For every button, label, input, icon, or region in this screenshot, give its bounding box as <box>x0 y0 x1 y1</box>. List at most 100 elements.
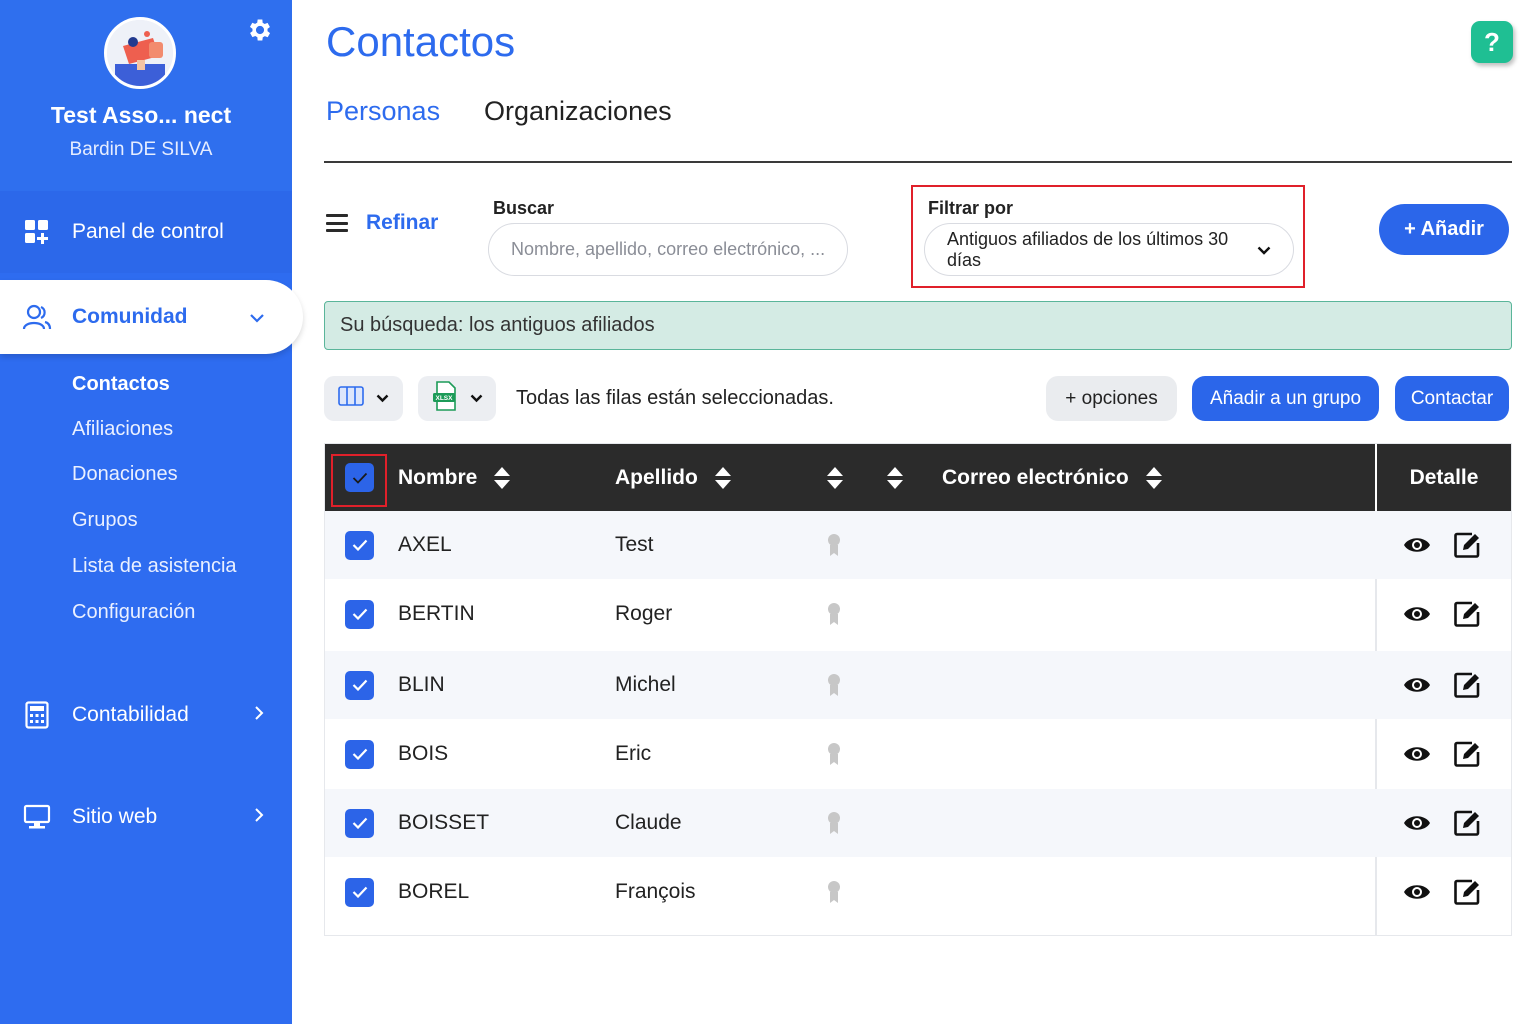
ribbon-badge-icon <box>827 511 841 579</box>
tab-organizations[interactable]: Organizaciones <box>484 96 672 127</box>
column-header-nombre-label: Nombre <box>398 465 478 489</box>
row-checkbox[interactable] <box>345 808 374 838</box>
row-checkbox[interactable] <box>345 530 374 560</box>
nav-accounting-label: Contabilidad <box>72 703 189 726</box>
cell-nombre: BERTIN <box>398 602 475 625</box>
sidebar-profile: Test Asso... nect Bardin DE SILVA <box>0 0 292 191</box>
refine-button[interactable]: Refinar <box>326 211 438 235</box>
sort-icon[interactable] <box>826 465 844 491</box>
table-row[interactable]: AXEL Test <box>325 511 1511 579</box>
column-header-detalle-label: Detalle <box>1409 465 1479 489</box>
view-eye-icon[interactable] <box>1403 511 1431 579</box>
subnav-memberships[interactable]: Afiliaciones <box>72 418 173 441</box>
view-eye-icon[interactable] <box>1403 580 1431 648</box>
ribbon-badge-icon <box>827 580 841 648</box>
add-to-group-button[interactable]: Añadir a un grupo <box>1192 376 1379 421</box>
cell-nombre: AXEL <box>398 533 452 556</box>
edit-icon[interactable] <box>1453 858 1481 926</box>
columns-button[interactable] <box>324 376 403 421</box>
cell-nombre: BOIS <box>398 742 449 765</box>
avatar[interactable] <box>104 17 176 89</box>
calculator-icon <box>22 700 52 730</box>
column-header-detalle: Detalle <box>1377 444 1511 511</box>
nav-community-label: Comunidad <box>72 305 188 328</box>
row-checkbox[interactable] <box>345 599 374 629</box>
nav-website-label: Sitio web <box>72 805 158 828</box>
menu-icon <box>326 214 348 232</box>
column-header-nombre[interactable]: Nombre <box>398 444 511 511</box>
refine-label: Refinar <box>366 211 439 234</box>
export-format-label: XLSX <box>435 395 453 402</box>
sort-icon[interactable] <box>493 465 511 491</box>
cell-apellido: Roger <box>615 602 673 625</box>
ribbon-badge-icon <box>827 651 841 719</box>
tab-personas[interactable]: Personas <box>326 96 440 127</box>
help-button[interactable]: ? <box>1471 21 1513 63</box>
sort-icon[interactable] <box>714 465 732 491</box>
view-eye-icon[interactable] <box>1403 858 1431 926</box>
filter-select-value: Antiguos afiliados de los últimos 30 día… <box>947 228 1229 270</box>
nav-website[interactable]: Sitio web <box>0 786 292 848</box>
contact-button[interactable]: Contactar <box>1395 376 1509 421</box>
row-checkbox[interactable] <box>345 877 374 907</box>
sort-icon[interactable] <box>1145 465 1163 491</box>
table-row[interactable]: BOIS Eric <box>325 720 1511 788</box>
more-options-button[interactable]: + opciones <box>1046 376 1177 421</box>
table-row[interactable]: BERTIN Roger <box>325 580 1511 648</box>
columns-icon <box>338 386 364 411</box>
edit-icon[interactable] <box>1453 511 1481 579</box>
sort-icon[interactable] <box>886 465 904 491</box>
export-button[interactable]: XLSX <box>418 376 496 421</box>
dashboard-icon <box>22 217 52 247</box>
nav-dashboard[interactable]: Panel de control <box>0 191 292 273</box>
search-input[interactable] <box>488 223 848 276</box>
ribbon-badge-icon <box>827 720 841 788</box>
select-all-cell <box>345 444 374 511</box>
subnav-donations[interactable]: Donaciones <box>72 463 178 486</box>
subnav-groups[interactable]: Grupos <box>72 509 138 532</box>
chevron-right-icon <box>254 704 264 727</box>
cell-nombre: BOISSET <box>398 811 490 834</box>
cell-apellido: François <box>615 880 696 903</box>
selection-status-text: Todas las filas están seleccionadas. <box>516 387 834 409</box>
search-label: Buscar <box>493 198 555 218</box>
cell-apellido: Claude <box>615 811 682 834</box>
column-header-status[interactable] <box>810 444 844 511</box>
table-row[interactable]: BLIN Michel <box>325 651 1511 719</box>
cell-nombre: BLIN <box>398 673 445 696</box>
edit-icon[interactable] <box>1453 789 1481 857</box>
view-eye-icon[interactable] <box>1403 651 1431 719</box>
column-header-apellido[interactable]: Apellido <box>615 444 732 511</box>
tabs-divider <box>324 161 1512 163</box>
column-header-correo[interactable]: Correo electrónico <box>942 444 1163 511</box>
edit-icon[interactable] <box>1453 651 1481 719</box>
view-eye-icon[interactable] <box>1403 720 1431 788</box>
nav-community[interactable]: Comunidad <box>0 280 303 354</box>
table-row[interactable]: BOISSET Claude <box>325 789 1511 857</box>
select-all-checkbox[interactable] <box>345 463 374 492</box>
chevron-down-icon <box>1257 239 1271 260</box>
column-header-correo-label: Correo electrónico <box>942 465 1129 489</box>
edit-icon[interactable] <box>1453 580 1481 648</box>
nav-dashboard-label: Panel de control <box>72 220 224 243</box>
edit-icon[interactable] <box>1453 720 1481 788</box>
table-row[interactable]: BOREL François <box>325 858 1511 926</box>
user-name: Bardin DE SILVA <box>69 139 213 160</box>
subnav-contacts[interactable]: Contactos <box>72 373 170 396</box>
view-eye-icon[interactable] <box>1403 789 1431 857</box>
filter-select[interactable]: Antiguos afiliados de los últimos 30 día… <box>924 223 1294 276</box>
cell-nombre: BOREL <box>398 880 470 903</box>
subnav-settings[interactable]: Configuración <box>72 601 195 624</box>
nav-accounting[interactable]: Contabilidad <box>0 684 292 746</box>
row-checkbox[interactable] <box>345 739 374 769</box>
row-checkbox[interactable] <box>345 670 374 700</box>
filter-label: Filtrar por <box>928 198 1014 218</box>
column-header-apellido-label: Apellido <box>615 465 698 489</box>
contacts-table: Nombre Apellido Correo electrónico Detal… <box>324 443 1512 936</box>
table-header: Nombre Apellido Correo electrónico Detal… <box>325 444 1511 511</box>
ribbon-badge-icon <box>827 858 841 926</box>
add-button[interactable]: + Añadir <box>1379 204 1509 255</box>
subnav-attendance-list[interactable]: Lista de asistencia <box>72 555 237 578</box>
column-header-unlabeled[interactable] <box>870 444 904 511</box>
settings-gear-icon[interactable] <box>246 16 274 44</box>
